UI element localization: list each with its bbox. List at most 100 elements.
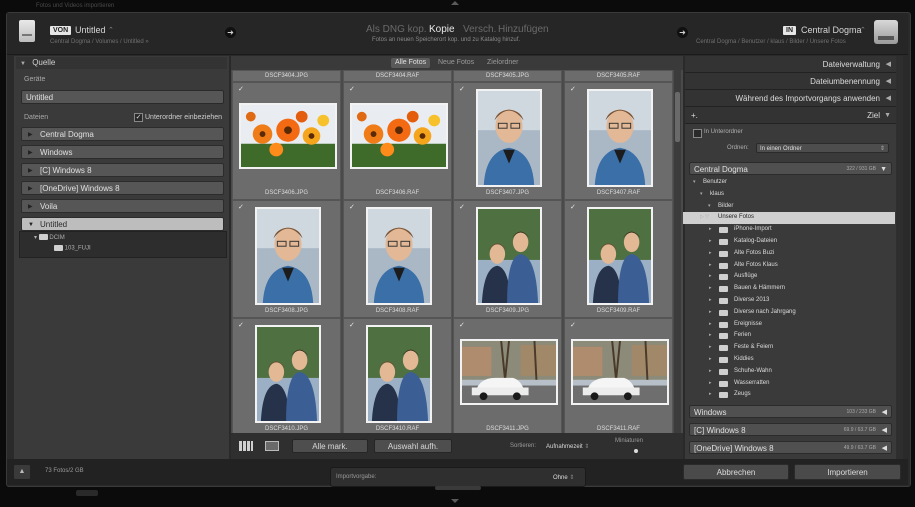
photo-cell[interactable]: ✓ DSCF3411.JPG — [453, 318, 562, 436]
dest-folder-row[interactable]: ▸ Diverse nach Jahrgang — [687, 307, 892, 319]
source-name[interactable]: Untitled — [75, 25, 106, 35]
import-button[interactable]: Importieren — [794, 464, 901, 480]
dest-folder-row[interactable]: ▸ Bauen & Hämmern — [687, 283, 892, 295]
dest-folder-row[interactable]: ▸ Alte Fotos Klaus — [687, 260, 892, 272]
photo-thumbnail[interactable] — [350, 103, 448, 169]
grid-view-icon[interactable] — [239, 441, 253, 451]
file-renaming-header[interactable]: Dateiumbenennung ◀ — [685, 73, 896, 90]
dest-folder-row[interactable]: ▾ klaus — [687, 189, 892, 201]
photo-checkbox[interactable]: ✓ — [238, 85, 244, 93]
dest-folder-row[interactable]: ▷ ▽ Unsere Fotos — [683, 212, 895, 225]
dest-folder-row[interactable]: ▾ Bilder — [687, 201, 892, 213]
photo-thumbnail[interactable] — [587, 89, 653, 187]
deselect-all-button[interactable]: Auswahl aufh. — [374, 439, 452, 453]
tree-item-dcim[interactable]: ▾ DCIM — [34, 234, 65, 241]
dest-volume-row[interactable]: [OneDrive] Windows 8 49.9 / 63.7 GB ◀ — [689, 441, 892, 454]
source-volume-row[interactable]: ▶ Central Dogma — [21, 127, 224, 141]
tab-new[interactable]: Neue Fotos — [434, 58, 478, 68]
photo-checkbox[interactable]: ✓ — [459, 321, 465, 329]
dest-folder-row[interactable]: ▸ Ausflüge — [687, 271, 892, 283]
dest-name[interactable]: Central Dogma — [801, 25, 862, 35]
dest-folder-row[interactable]: ▸ Wasserratten — [687, 378, 892, 390]
dest-dropdown-icon[interactable]: ⌃ — [860, 26, 866, 34]
photo-cell[interactable]: ✓ DSCF3409.JPG — [453, 200, 562, 318]
source-volume-row[interactable]: ▶ [OneDrive] Windows 8 — [21, 181, 224, 195]
photo-cell[interactable]: ✓ DSCF3406.JPG — [232, 82, 341, 200]
photo-cell[interactable]: ✓ DSCF3409.RAF — [564, 200, 673, 318]
photo-thumbnail[interactable] — [239, 103, 337, 169]
grid-cell-partial[interactable]: DSCF3405.JPG — [453, 70, 562, 82]
photo-cell[interactable]: ✓ DSCF3411.RAF — [564, 318, 673, 436]
dest-volume-row[interactable]: Windows 103 / 233 GB ◀ — [689, 405, 892, 418]
dest-folder-row[interactable]: ▸ Schuhe-Wahn — [687, 366, 892, 378]
grid-scrollbar-thumb[interactable] — [675, 92, 680, 142]
resize-handle[interactable] — [435, 486, 481, 490]
apply-during-import-header[interactable]: Während des Importvorgangs anwenden ◀ — [685, 90, 896, 107]
destination-header[interactable]: +. Ziel ▼ — [685, 107, 896, 124]
mode-add[interactable]: Hinzufügen — [498, 24, 549, 35]
collapse-dialog-icon[interactable]: ▲ — [13, 464, 31, 480]
dest-folder-row[interactable]: ▸ Katalog-Dateien — [687, 236, 892, 248]
grid-cell-partial[interactable]: DSCF3404.RAF — [343, 70, 452, 82]
dest-folder-row[interactable]: ▸ Feste & Feiern — [687, 342, 892, 354]
select-all-button[interactable]: Alle mark. — [292, 439, 368, 453]
file-handling-header[interactable]: Dateiverwaltung ◀ — [685, 56, 896, 73]
photo-checkbox[interactable]: ✓ — [238, 321, 244, 329]
grid-cell-partial[interactable]: DSCF3405.RAF — [564, 70, 673, 82]
add-folder-button[interactable]: +. — [691, 107, 698, 124]
dest-folder-row[interactable]: ▸ Alte Fotos Buzi — [687, 248, 892, 260]
preset-select[interactable]: Ohne ⇕ — [553, 474, 574, 481]
photo-thumbnail[interactable] — [587, 207, 653, 305]
include-subfolders-checkbox[interactable]: ✓ — [134, 113, 143, 122]
mode-move[interactable]: Versch. — [463, 24, 496, 35]
photo-cell[interactable]: ✓ DSCF3408.RAF — [343, 200, 452, 318]
sort-select[interactable]: Aufnahmezeit ⇕ — [546, 443, 589, 450]
dest-drive-row[interactable]: Central Dogma 322 / 931 GB ▼ — [689, 162, 892, 175]
order-select[interactable]: In einen Ordner ⇕ — [756, 143, 889, 153]
filmstrip-handle[interactable] — [76, 490, 98, 496]
source-volume-row[interactable]: ▶ [C] Windows 8 — [21, 163, 224, 177]
loupe-view-icon[interactable] — [265, 441, 279, 451]
tree-item-103fuji[interactable]: 103_FUJI — [54, 245, 91, 252]
dest-folder-row[interactable]: ▸ Diverse 2013 — [687, 295, 892, 307]
photo-thumbnail[interactable] — [255, 325, 321, 423]
source-dropdown-icon[interactable]: ⌃ — [108, 26, 114, 34]
dest-folder-row[interactable]: ▸ Zeugs — [687, 389, 892, 401]
collapse-top-icon[interactable] — [451, 1, 459, 5]
grid-cell-partial[interactable]: DSCF3404.JPG — [232, 70, 341, 82]
photo-thumbnail[interactable] — [476, 89, 542, 187]
tab-all[interactable]: Alle Fotos — [391, 58, 431, 68]
photo-checkbox[interactable]: ✓ — [570, 203, 576, 211]
expand-bottom-icon[interactable] — [451, 499, 459, 503]
photo-thumbnail[interactable] — [255, 207, 321, 305]
right-scrollbar[interactable] — [896, 56, 903, 459]
photo-cell[interactable]: ✓ DSCF3410.JPG — [232, 318, 341, 436]
thumbs-slider-handle[interactable] — [634, 449, 638, 453]
dest-folder-row[interactable]: ▸ Ferien — [687, 330, 892, 342]
photo-cell[interactable]: ✓ DSCF3410.RAF — [343, 318, 452, 436]
source-volume-row[interactable]: ▶ Voila — [21, 199, 224, 213]
photo-checkbox[interactable]: ✓ — [349, 85, 355, 93]
photo-checkbox[interactable]: ✓ — [459, 203, 465, 211]
photo-thumbnail[interactable] — [460, 339, 558, 405]
photo-checkbox[interactable]: ✓ — [238, 203, 244, 211]
mode-copy[interactable]: Kopie — [429, 24, 455, 35]
photo-checkbox[interactable]: ✓ — [459, 85, 465, 93]
photo-thumbnail[interactable] — [366, 207, 432, 305]
source-panel-header[interactable]: ▼ Quelle — [16, 57, 227, 69]
photo-checkbox[interactable]: ✓ — [349, 203, 355, 211]
photo-cell[interactable]: ✓ DSCF3407.JPG — [453, 82, 562, 200]
cancel-button[interactable]: Abbrechen — [683, 464, 789, 480]
device-field[interactable]: Untitled — [21, 90, 224, 104]
photo-thumbnail[interactable] — [366, 325, 432, 423]
dest-folder-row[interactable]: ▸ Kiddies — [687, 354, 892, 366]
photo-cell[interactable]: ✓ DSCF3406.RAF — [343, 82, 452, 200]
photo-thumbnail[interactable] — [571, 339, 669, 405]
dest-folder-row[interactable]: ▾ Benutzer — [687, 177, 892, 189]
tab-destination[interactable]: Zielordner — [483, 58, 523, 68]
photo-thumbnail[interactable] — [476, 207, 542, 305]
mode-dng[interactable]: Als DNG kop. — [366, 24, 427, 35]
dest-volume-row[interactable]: [C] Windows 8 69.9 / 63.7 GB ◀ — [689, 423, 892, 436]
photo-checkbox[interactable]: ✓ — [570, 85, 576, 93]
photo-cell[interactable]: ✓ DSCF3407.RAF — [564, 82, 673, 200]
